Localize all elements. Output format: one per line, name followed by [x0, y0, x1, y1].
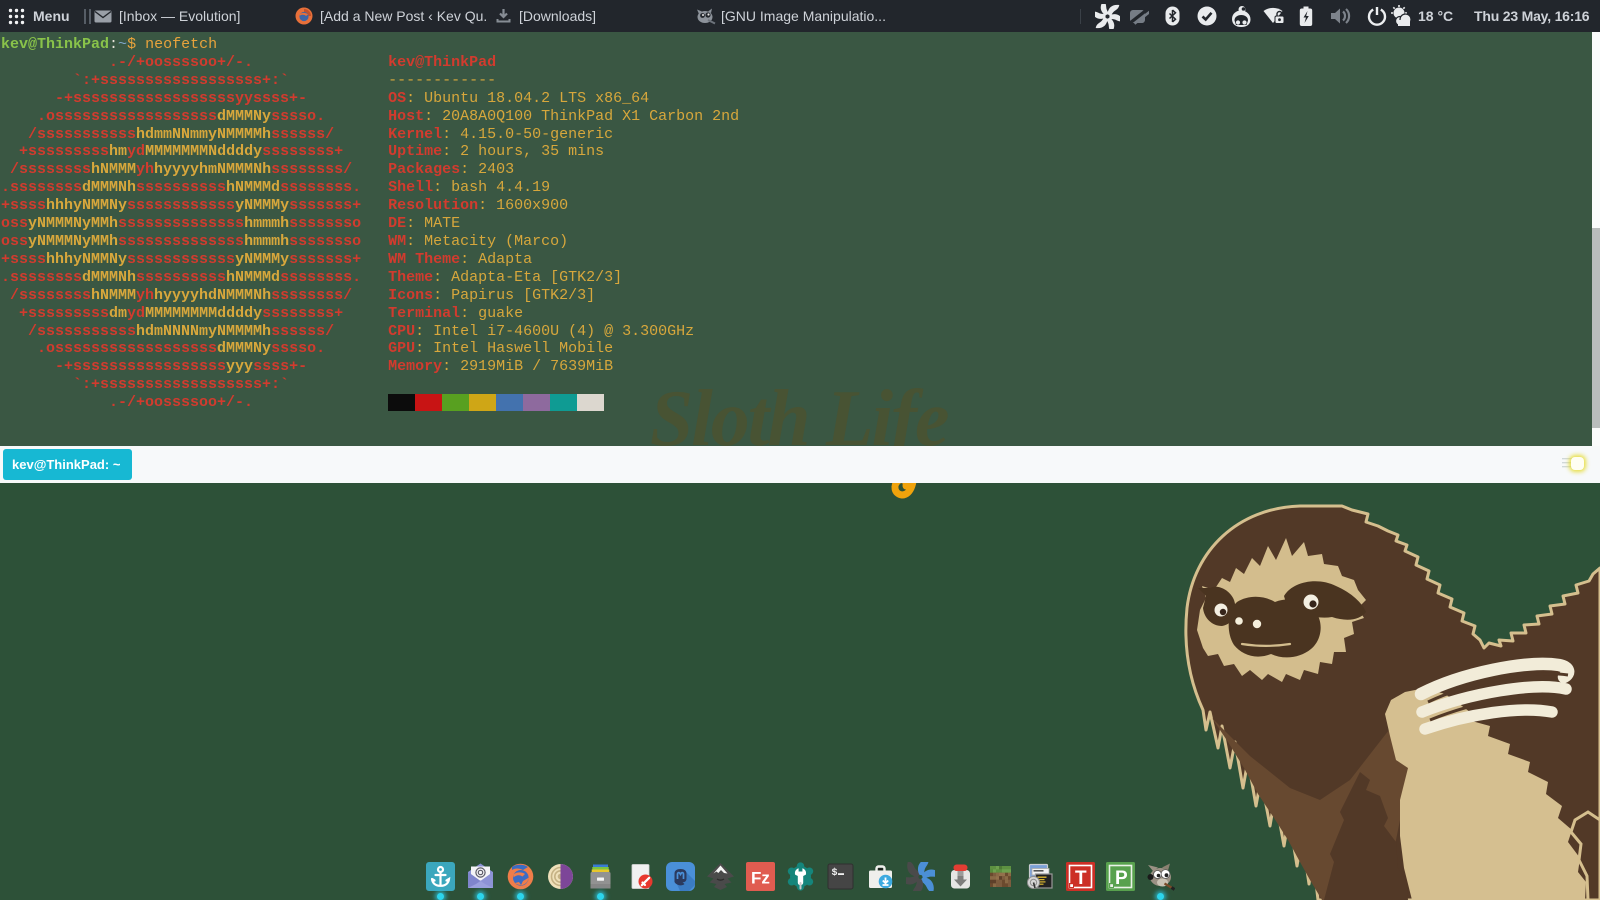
svg-text:$: $: [831, 867, 837, 879]
svg-text:Fz: Fz: [751, 869, 770, 888]
svg-text:T: T: [1075, 868, 1087, 889]
svg-text:P: P: [1115, 868, 1128, 889]
